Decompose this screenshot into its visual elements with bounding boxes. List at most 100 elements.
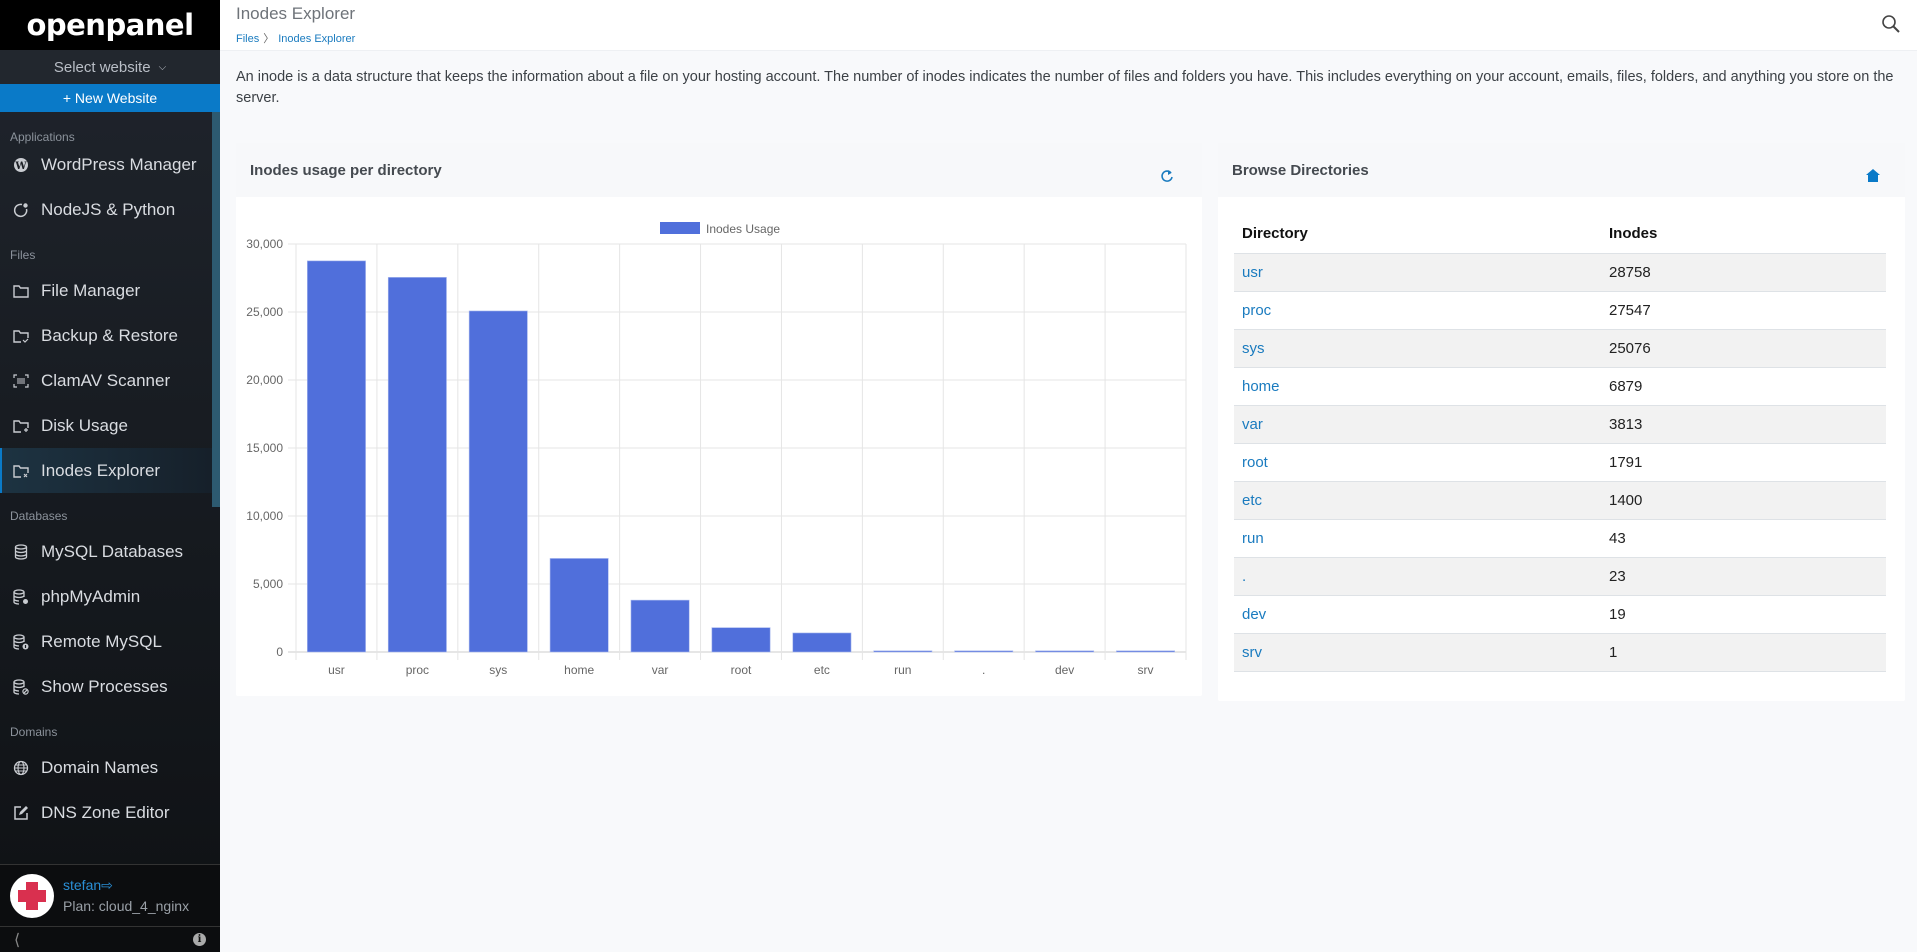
x-tick-label: home xyxy=(564,663,594,677)
barcode-scan-icon xyxy=(12,372,30,390)
browse-directories-card: Browse Directories Directory Inodes usr 2… xyxy=(1218,143,1905,701)
y-tick-label: 10,000 xyxy=(246,509,283,523)
sidebar-item-disk-usage[interactable]: Disk Usage xyxy=(0,403,212,448)
column-header-directory[interactable]: Directory xyxy=(1234,215,1601,254)
sidebar-footer: ⟨ i xyxy=(0,926,220,952)
select-website-dropdown[interactable]: Select website ⌵ xyxy=(0,50,220,84)
sidebar-item-wordpress-manager[interactable]: W WordPress Manager xyxy=(0,142,212,187)
database-cog-icon xyxy=(12,588,30,606)
directory-link[interactable]: var xyxy=(1234,405,1601,444)
sidebar-scrollbar[interactable] xyxy=(212,112,220,507)
directory-link[interactable]: run xyxy=(1234,519,1601,558)
x-tick-label: proc xyxy=(406,663,429,677)
sidebar-item-label: Disk Usage xyxy=(41,415,128,435)
directory-link[interactable]: . xyxy=(1234,557,1601,596)
bar-sys xyxy=(468,310,528,653)
table-card-header: Browse Directories xyxy=(1218,143,1905,197)
sidebar-item-label: File Manager xyxy=(41,280,141,300)
sidebar-item-mysql-databases[interactable]: MySQL Databases xyxy=(0,529,212,574)
directory-link[interactable]: etc xyxy=(1234,481,1601,520)
column-header-inodes[interactable]: Inodes xyxy=(1601,215,1886,254)
y-tick-label: 15,000 xyxy=(246,441,283,455)
directory-link[interactable]: root xyxy=(1234,443,1601,482)
bar-dev xyxy=(1035,650,1095,653)
bar-srv xyxy=(1116,650,1175,653)
x-tick-label: sys xyxy=(489,663,507,677)
table-card-title: Browse Directories xyxy=(1232,161,1369,179)
x-tick-label: var xyxy=(652,663,669,677)
directory-link[interactable]: home xyxy=(1234,367,1601,406)
sidebar-item-dns-zone-editor[interactable]: DNS Zone Editor xyxy=(0,790,212,835)
topbar: Inodes Explorer Files 〉 Inodes Explorer xyxy=(220,0,1917,51)
sidebar-item-backup-restore[interactable]: Backup & Restore xyxy=(0,313,212,358)
bar-home xyxy=(549,558,609,653)
directory-link[interactable]: srv xyxy=(1234,633,1601,672)
svg-text:W: W xyxy=(14,161,27,172)
sidebar-item-label: Remote MySQL xyxy=(41,631,162,651)
table-row: proc 27547 xyxy=(1234,291,1886,330)
info-icon[interactable]: i xyxy=(193,933,206,946)
logout-icon[interactable]: ⇨ xyxy=(101,877,113,893)
table-row: sys 25076 xyxy=(1234,329,1886,368)
bar-proc xyxy=(387,277,447,653)
breadcrumb: Files 〉 Inodes Explorer xyxy=(236,30,355,46)
collapse-sidebar-icon[interactable]: ⟨ xyxy=(14,930,20,950)
inodes-count: 27547 xyxy=(1601,291,1886,330)
sidebar-nav: Applications W WordPress Manager NodeJS & P… xyxy=(0,112,212,864)
sidebar-item-domain-names[interactable]: Domain Names xyxy=(0,745,212,790)
inodes-count: 23 xyxy=(1601,557,1886,596)
table-row: srv 1 xyxy=(1234,633,1886,672)
sidebar-section-domains: Domains xyxy=(10,725,58,739)
sidebar-item-show-processes[interactable]: Show Processes xyxy=(0,664,212,709)
sidebar-section-databases: Databases xyxy=(10,509,68,523)
directory-link[interactable]: proc xyxy=(1234,291,1601,330)
select-website-label: Select website xyxy=(53,58,151,76)
sidebar-item-label: NodeJS & Python xyxy=(41,199,176,219)
sidebar-item-label: MySQL Databases xyxy=(41,541,184,561)
edit-icon xyxy=(12,804,30,822)
sidebar-item-label: WordPress Manager xyxy=(41,154,197,174)
database-block-icon xyxy=(12,678,30,696)
sidebar-item-remote-mysql[interactable]: Remote MySQL xyxy=(0,619,212,664)
refresh-icon[interactable] xyxy=(1160,169,1174,187)
user-box: stefan⇨ Plan: cloud_4_nginx xyxy=(0,864,220,926)
sidebar-section-applications: Applications xyxy=(10,130,75,144)
sidebar-item-inodes-explorer[interactable]: Inodes Explorer xyxy=(0,448,212,493)
bar-etc xyxy=(792,632,852,653)
legend-label: Inodes Usage xyxy=(706,222,780,236)
avatar[interactable] xyxy=(10,873,54,918)
directory-link[interactable]: dev xyxy=(1234,595,1601,634)
user-name-link[interactable]: stefan⇨ xyxy=(63,877,189,894)
bar-var xyxy=(630,599,690,653)
user-name: stefan xyxy=(63,877,102,893)
logo[interactable]: openpanel xyxy=(0,0,220,50)
sidebar: openpanel Select website ⌵ + New Website… xyxy=(0,0,220,952)
sidebar-item-nodejs-python[interactable]: NodeJS & Python xyxy=(0,187,212,232)
y-tick-label: 30,000 xyxy=(246,237,283,251)
directory-link[interactable]: usr xyxy=(1234,253,1601,292)
x-tick-label: usr xyxy=(328,663,345,677)
search-icon[interactable] xyxy=(1881,14,1901,34)
sidebar-section-files: Files xyxy=(10,248,36,262)
directory-link[interactable]: sys xyxy=(1234,329,1601,368)
sidebar-item-label: Domain Names xyxy=(41,757,159,777)
inodes-bar-chart: 0 5,000 10,000 15,000 20,000 25,000 30,000 usr p… xyxy=(246,222,1187,677)
y-tick-label: 5,000 xyxy=(253,577,283,591)
breadcrumb-files[interactable]: Files xyxy=(236,33,259,45)
directories-table: Directory Inodes usr 28758 proc 27547 sys 250… xyxy=(1234,215,1886,672)
chart-card-title: Inodes usage per directory xyxy=(250,161,442,179)
breadcrumb-inodes-explorer[interactable]: Inodes Explorer xyxy=(278,33,355,45)
bar-root xyxy=(711,627,771,653)
sidebar-item-clamav-scanner[interactable]: ClamAV Scanner xyxy=(0,358,212,403)
new-website-button[interactable]: + New Website xyxy=(0,84,220,112)
sidebar-item-phpmyadmin[interactable]: phpMyAdmin xyxy=(0,574,212,619)
breadcrumb-separator: 〉 xyxy=(263,33,275,45)
bar-dot xyxy=(954,650,1014,653)
chevron-down-icon: ⌵ xyxy=(158,61,167,73)
x-tick-label: srv xyxy=(1138,663,1154,677)
sidebar-item-label: Backup & Restore xyxy=(41,325,179,345)
home-icon[interactable] xyxy=(1866,169,1880,186)
sidebar-item-file-manager[interactable]: File Manager xyxy=(0,268,212,313)
table-header-row: Directory Inodes xyxy=(1234,215,1886,254)
wordpress-icon: W xyxy=(12,156,30,174)
